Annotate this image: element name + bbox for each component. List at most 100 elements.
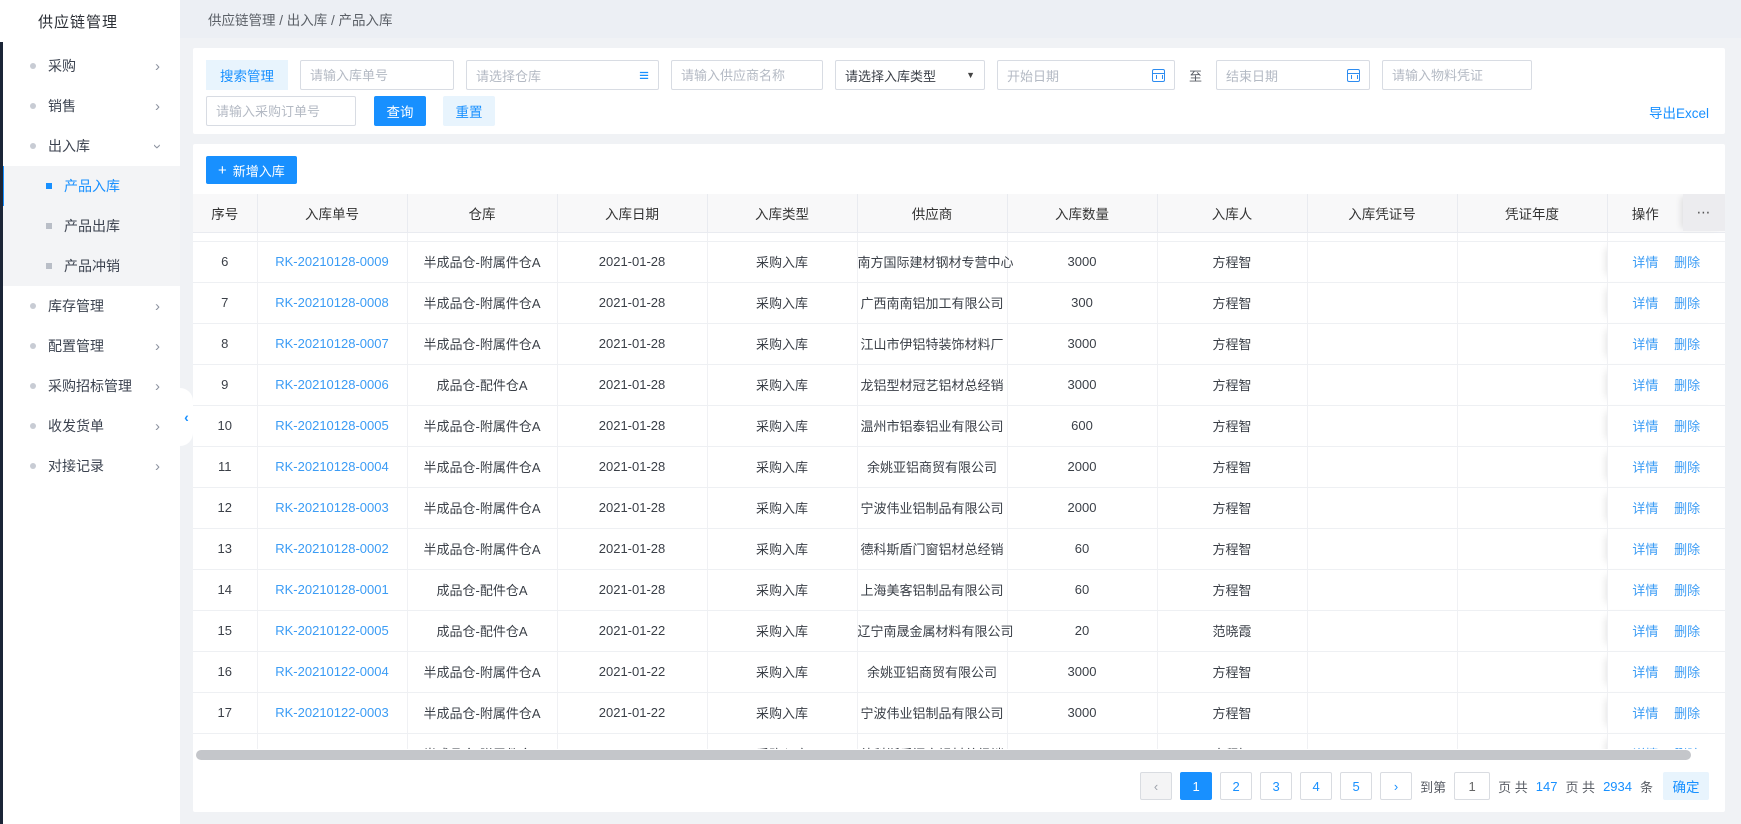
reset-button[interactable]: 重置 xyxy=(443,96,495,126)
delete-link[interactable]: 删除 xyxy=(1674,747,1700,749)
cell-supplier: 余姚亚铝商贸有限公司 xyxy=(857,651,1007,692)
page-number-button[interactable]: 3 xyxy=(1260,772,1292,800)
detail-link[interactable]: 详情 xyxy=(1632,501,1658,516)
detail-link[interactable]: 详情 xyxy=(1632,747,1658,749)
detail-link[interactable]: 详情 xyxy=(1632,542,1658,557)
sidebar-item[interactable]: 对接记录 › xyxy=(0,446,180,486)
hamburger-icon: ≡ xyxy=(639,67,649,84)
delete-link[interactable]: 删除 xyxy=(1674,665,1700,680)
warehouse-select[interactable]: 请选择仓库 ≡ xyxy=(466,60,659,90)
purchase-order-no-input[interactable] xyxy=(206,96,356,126)
cell-date: 2021-01-22 xyxy=(557,733,707,749)
sidebar-subitem[interactable]: 产品入库 xyxy=(0,166,180,206)
sidebar-item[interactable]: 销售 › xyxy=(0,86,180,126)
supplier-name-input[interactable] xyxy=(671,60,823,90)
cell-qty: 20 xyxy=(1007,610,1157,651)
delete-link[interactable]: 删除 xyxy=(1674,378,1700,393)
cell-actions: 详情 删除 xyxy=(1607,733,1725,749)
cell-voucher-no xyxy=(1307,282,1457,323)
delete-link[interactable]: 删除 xyxy=(1674,460,1700,475)
inbound-type-select[interactable]: 请选择入库类型 ▼ xyxy=(835,60,985,90)
page-number-button[interactable]: 5 xyxy=(1340,772,1372,800)
detail-link[interactable]: 详情 xyxy=(1632,583,1658,598)
cell-seq: 9 xyxy=(193,364,257,405)
delete-link[interactable]: 删除 xyxy=(1674,419,1700,434)
cell-supplier: 南方国际建材钢材专营中心 xyxy=(857,241,1007,282)
next-page-button[interactable]: › xyxy=(1380,772,1412,800)
square-bullet-icon xyxy=(46,183,52,189)
pagination: ‹ 1 2 3 4 5 › 到第 页 共 147 xyxy=(1140,772,1709,800)
cell-qty: 3000 xyxy=(1007,364,1157,405)
export-excel-link[interactable]: 导出Excel xyxy=(1649,102,1709,122)
material-voucher-input[interactable] xyxy=(1382,60,1532,90)
sidebar-item[interactable]: 采购招标管理 › xyxy=(0,366,180,406)
end-date-input[interactable]: 结束日期 xyxy=(1216,60,1370,90)
sidebar-item[interactable]: 库存管理 › xyxy=(0,286,180,326)
page-number-button[interactable]: 1 xyxy=(1180,772,1212,800)
detail-link[interactable]: 详情 xyxy=(1632,378,1658,393)
query-button[interactable]: 查询 xyxy=(374,96,426,126)
search-manage-tab[interactable]: 搜索管理 xyxy=(206,60,288,90)
filter-row-2: 查询 重置 xyxy=(206,96,495,126)
cell-voucher-year xyxy=(1457,610,1607,651)
cell-order-no-link[interactable]: RK-20210128-0004 xyxy=(257,446,407,487)
detail-link[interactable]: 详情 xyxy=(1632,706,1658,721)
horizontal-scrollbar[interactable] xyxy=(196,750,1691,760)
delete-link[interactable]: 删除 xyxy=(1674,337,1700,352)
plus-icon: + xyxy=(218,163,227,178)
cell-warehouse: 半成品仓-附属件仓A xyxy=(407,282,557,323)
confirm-page-button[interactable]: 确定 xyxy=(1663,772,1709,800)
cell-order-no-link[interactable]: RK-20210128-0008 xyxy=(257,282,407,323)
cell-order-no-link[interactable]: RK-20210128-0009 xyxy=(257,241,407,282)
cell-supplier: 余姚亚铝商贸有限公司 xyxy=(857,446,1007,487)
sidebar-item[interactable]: 配置管理 › xyxy=(0,326,180,366)
detail-link[interactable]: 详情 xyxy=(1632,624,1658,639)
detail-link[interactable]: 详情 xyxy=(1632,460,1658,475)
cell-order-no-link[interactable]: RK-20210128-0003 xyxy=(257,487,407,528)
cell-order-no-link[interactable]: RK-20210122-0005 xyxy=(257,610,407,651)
goto-page-input[interactable] xyxy=(1454,772,1490,800)
cell-order-no-link[interactable]: RK-20210128-0006 xyxy=(257,364,407,405)
sidebar-subitem[interactable]: 产品冲销 xyxy=(0,246,180,286)
cell-seq: 11 xyxy=(193,446,257,487)
cell-order-no-link[interactable]: RK-20210122-0004 xyxy=(257,651,407,692)
cell-order-no-link[interactable]: RK-20210122-0003 xyxy=(257,692,407,733)
delete-link[interactable]: 删除 xyxy=(1674,255,1700,270)
delete-link[interactable]: 删除 xyxy=(1674,706,1700,721)
start-date-input[interactable]: 开始日期 xyxy=(997,60,1175,90)
detail-link[interactable]: 详情 xyxy=(1632,665,1658,680)
sidebar-subitem[interactable]: 产品出库 xyxy=(0,206,180,246)
cell-order-no-link[interactable]: RK-20210128-0002 xyxy=(257,528,407,569)
sidebar-item[interactable]: 采购 › xyxy=(0,46,180,86)
detail-link[interactable]: 详情 xyxy=(1632,419,1658,434)
table-row: 17 RK-20210122-0003 半成品仓-附属件仓A 2021-01-2… xyxy=(193,692,1725,733)
sidebar-item-expanded[interactable]: 出入库 › xyxy=(0,126,180,166)
cell-order-no-link[interactable]: RK-20210128-0007 xyxy=(257,323,407,364)
inbound-order-no-input[interactable] xyxy=(300,60,454,90)
cell-order-no-link[interactable]: RK-20210128-0005 xyxy=(257,405,407,446)
delete-link[interactable]: 删除 xyxy=(1674,501,1700,516)
cell-type: 采购入库 xyxy=(707,733,857,749)
page-number-button[interactable]: 2 xyxy=(1220,772,1252,800)
sidebar-item[interactable]: 收发货单 › xyxy=(0,406,180,446)
prev-page-button[interactable]: ‹ xyxy=(1140,772,1172,800)
delete-link[interactable]: 删除 xyxy=(1674,624,1700,639)
page-number-button[interactable]: 4 xyxy=(1300,772,1332,800)
sidebar-collapse-toggle[interactable]: ‹ xyxy=(180,388,193,446)
add-inbound-button[interactable]: + 新增入库 xyxy=(206,156,297,184)
cell-voucher-year xyxy=(1457,323,1607,364)
delete-link[interactable]: 删除 xyxy=(1674,583,1700,598)
cell-warehouse: 半成品仓-附属件仓A xyxy=(407,241,557,282)
cell-qty: 2000 xyxy=(1007,446,1157,487)
cell-seq: 13 xyxy=(193,528,257,569)
cell-date: 2021-01-28 xyxy=(557,241,707,282)
detail-link[interactable]: 详情 xyxy=(1632,296,1658,311)
column-settings-icon[interactable]: ⋯ xyxy=(1683,194,1725,231)
detail-link[interactable]: 详情 xyxy=(1632,255,1658,270)
cell-order-no-link[interactable]: RK-20210128-0001 xyxy=(257,569,407,610)
cell-voucher-no xyxy=(1307,610,1457,651)
detail-link[interactable]: 详情 xyxy=(1632,337,1658,352)
cell-order-no-link[interactable]: RK-20210122-0002 xyxy=(257,733,407,749)
delete-link[interactable]: 删除 xyxy=(1674,296,1700,311)
delete-link[interactable]: 删除 xyxy=(1674,542,1700,557)
